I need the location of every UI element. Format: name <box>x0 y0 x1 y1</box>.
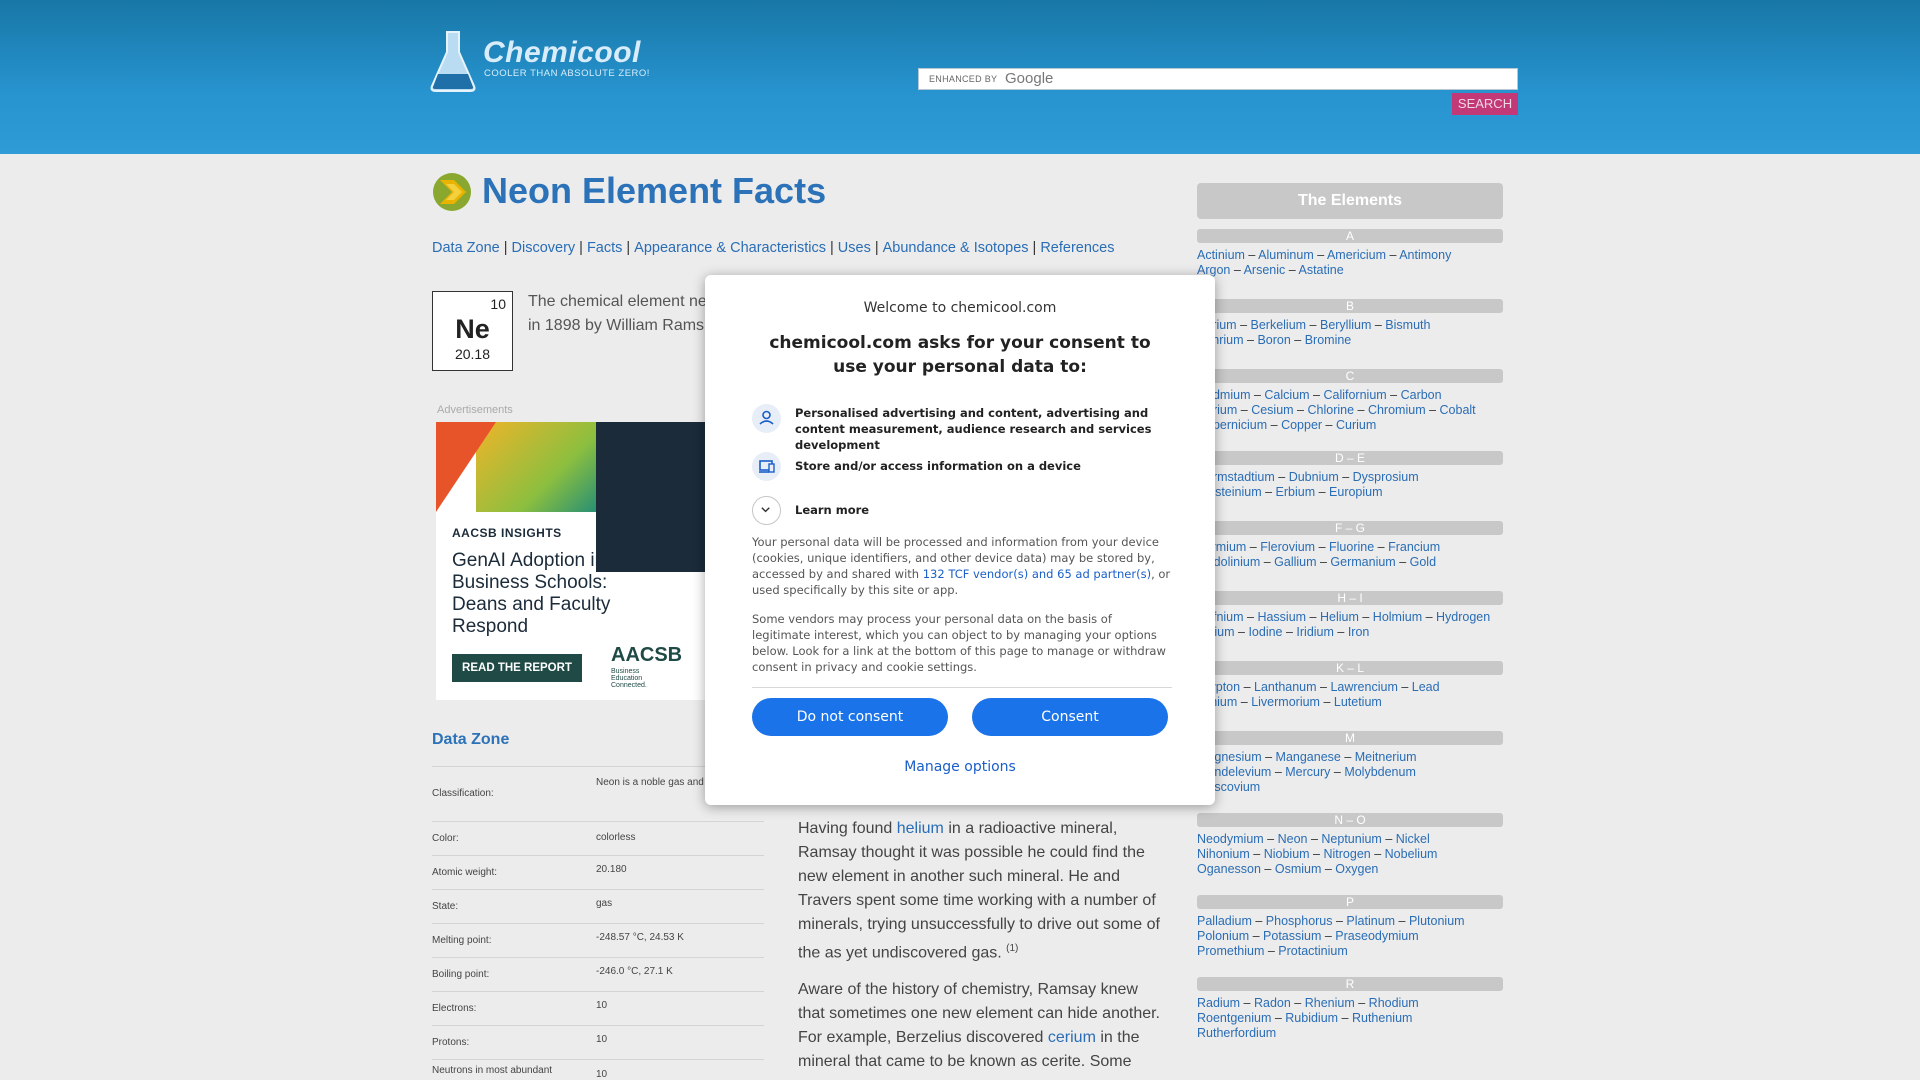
consent-welcome: Welcome to chemicool.com <box>863 300 1057 316</box>
learn-more-label: Learn more <box>795 503 870 517</box>
manage-options-link[interactable]: Manage options <box>705 759 1215 775</box>
divider <box>752 687 1172 688</box>
do-not-consent-button[interactable]: Do not consent <box>752 698 948 736</box>
device-icon <box>752 452 781 481</box>
consent-title: chemicool.com asks for your consent to u… <box>769 333 1151 377</box>
consent-purpose: Personalised advertising and content, ad… <box>752 404 1172 452</box>
purpose-text: Personalised advertising and content, ad… <box>795 406 1152 452</box>
consent-legitimate-interest: Some vendors may process your personal d… <box>752 612 1166 674</box>
learn-more-toggle[interactable]: Learn more <box>752 496 1172 525</box>
chevron-down-icon <box>752 496 781 525</box>
consent-dialog: Welcome to chemicool.com chemicool.com a… <box>705 275 1215 805</box>
consent-info: Your personal data will be processed and… <box>752 534 1172 598</box>
person-icon <box>752 404 781 433</box>
purpose-text: Store and/or access information on a dev… <box>795 459 1081 473</box>
consent-button[interactable]: Consent <box>972 698 1168 736</box>
vendors-link[interactable]: 132 TCF vendor(s) and 65 ad partner(s) <box>923 567 1151 581</box>
consent-purpose: Store and/or access information on a dev… <box>752 452 1172 481</box>
